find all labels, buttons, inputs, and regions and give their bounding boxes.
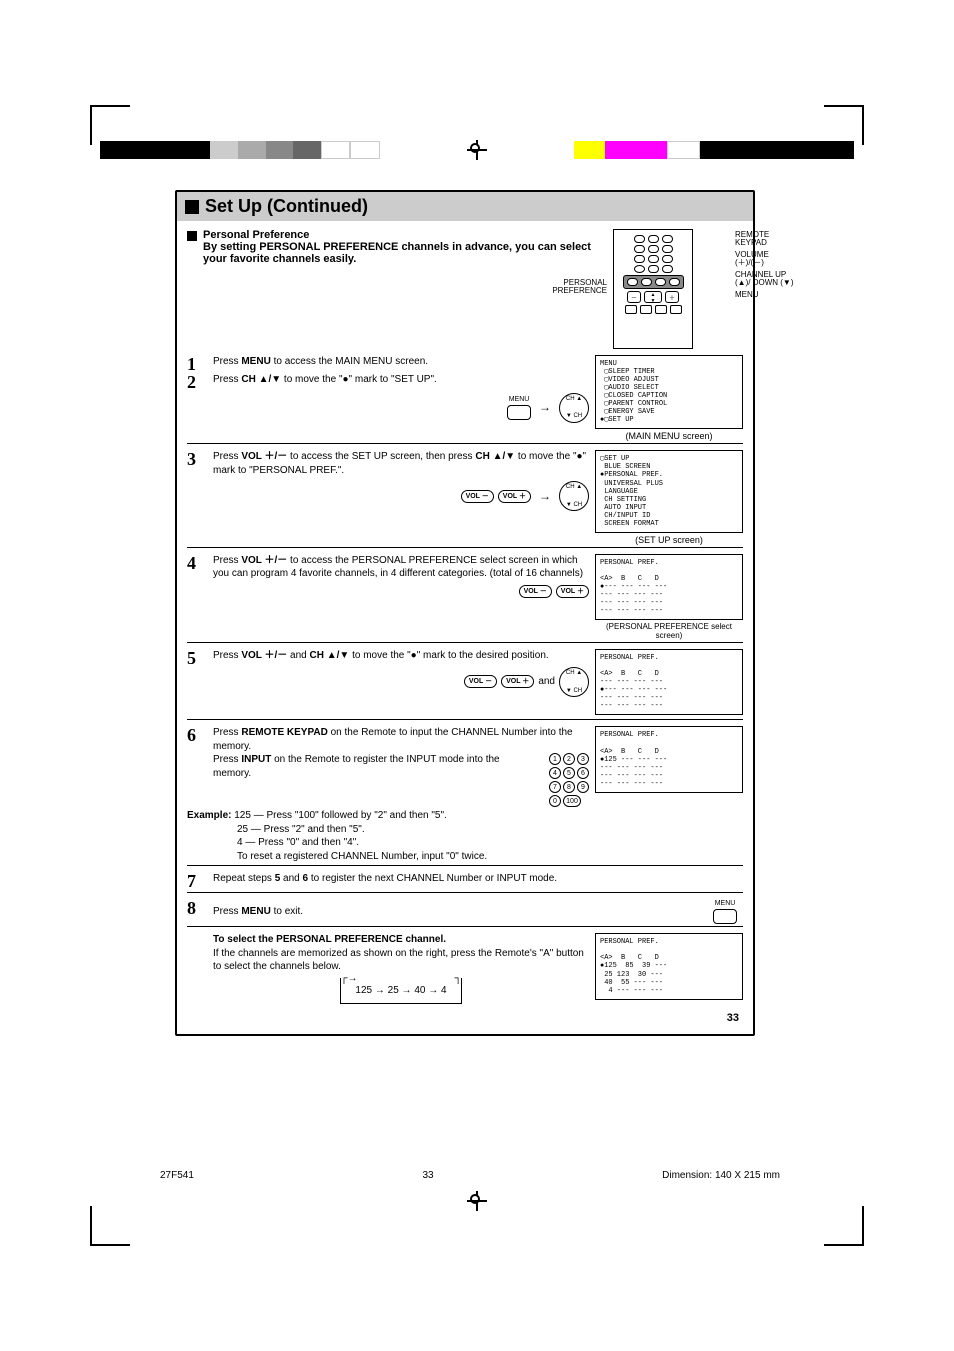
step-number-7: 7 bbox=[187, 872, 213, 890]
select-pp-channel-body: To select the PERSONAL PREFERENCE channe… bbox=[213, 933, 595, 1004]
vol-plus-icon: VOL ＋ bbox=[501, 675, 534, 688]
vol-plus-icon: VOL ＋ bbox=[556, 585, 589, 598]
registration-mark-icon bbox=[467, 140, 487, 160]
crop-mark-br bbox=[824, 1206, 864, 1246]
dpad-icon: CH ▲▼ CH bbox=[559, 667, 589, 697]
vol-minus-icon: VOL － bbox=[519, 585, 552, 598]
pp-select-caption: (PERSONAL PREFERENCE select screen) bbox=[595, 622, 743, 640]
manual-page: Set Up (Continued) Personal Preference B… bbox=[175, 190, 755, 1036]
step-5-body: Press VOL ＋/－ and CH ▲/▼ to move the "●"… bbox=[213, 649, 595, 717]
page-title-bar: Set Up (Continued) bbox=[177, 192, 753, 221]
step-4-body: Press VOL ＋/－ to access the PERSONAL PRE… bbox=[213, 554, 595, 640]
vol-plus-icon: VOL ＋ bbox=[498, 490, 531, 503]
step-number-1: 1 bbox=[187, 355, 213, 373]
footer: 27F541 33 Dimension: 140 X 215 mm bbox=[160, 1170, 780, 1181]
footer-dimension: Dimension: 140 X 215 mm bbox=[662, 1170, 780, 1181]
step-1-body: Press MENU to access the MAIN MENU scree… bbox=[213, 355, 595, 373]
step-6-body: Press REMOTE KEYPAD on the Remote to inp… bbox=[213, 726, 595, 863]
arrow-right-icon bbox=[535, 399, 555, 416]
pp-cursor-osd: PERSONAL PREF. <A> B C D --- --- --- ---… bbox=[595, 649, 743, 715]
footer-model: 27F541 bbox=[160, 1170, 194, 1181]
remote-diagram: － ▲▼ ＋ bbox=[613, 229, 693, 349]
pp-select-osd: PERSONAL PREF. <A> B C D ●--- --- --- --… bbox=[595, 554, 743, 620]
section-marker-icon bbox=[187, 231, 197, 241]
step-2-body: Press CH ▲/▼ to move the "●" mark to "SE… bbox=[213, 373, 595, 427]
registration-mark-icon bbox=[467, 1191, 487, 1211]
menu-button-icon bbox=[507, 405, 531, 420]
crop-mark-bl bbox=[90, 1206, 130, 1246]
vol-minus-icon: VOL － bbox=[464, 675, 497, 688]
dpad-icon: CH ▲▼ CH bbox=[559, 393, 589, 423]
setup-osd: ▢SET UP BLUE SCREEN●PERSONAL PREF. UNIVE… bbox=[595, 450, 743, 532]
color-bar-top-left bbox=[100, 141, 380, 159]
step-7-body: Repeat steps 5 and 6 to register the nex… bbox=[213, 872, 743, 890]
main-menu-caption: (MAIN MENU screen) bbox=[595, 431, 743, 441]
section-heading: Personal Preference bbox=[203, 229, 607, 241]
color-bar-bottom-left bbox=[100, 1192, 380, 1210]
pp-entered-osd: PERSONAL PREF. <A> B C D ●125 --- --- --… bbox=[595, 726, 743, 792]
step-number-3: 3 bbox=[187, 450, 213, 544]
page-title: Set Up (Continued) bbox=[205, 196, 368, 216]
menu-button-icon bbox=[713, 909, 737, 924]
page-number: 33 bbox=[187, 1012, 743, 1024]
main-menu-osd: MENU ▢SLEEP TIMER ▢VIDEO ADJUST ▢AUDIO S… bbox=[595, 355, 743, 429]
color-bar-top-right bbox=[574, 141, 854, 159]
vol-minus-icon: VOL － bbox=[461, 490, 494, 503]
crop-mark-tr bbox=[824, 105, 864, 145]
keypad-mini-icon: 123 456 789 0100 bbox=[549, 753, 589, 809]
footer-folio: 33 bbox=[422, 1170, 433, 1181]
color-bar-bottom-right bbox=[574, 1192, 854, 1210]
pp-filled-osd: PERSONAL PREF. <A> B C D ●125 85 39 --- … bbox=[595, 933, 743, 999]
step-number-2: 2 bbox=[187, 373, 213, 427]
personal-preference-label: PERSONALPREFERENCE bbox=[552, 279, 607, 295]
dpad-icon: CH ▲▼ CH bbox=[559, 481, 589, 511]
crop-mark-tl bbox=[90, 105, 130, 145]
step-number-5: 5 bbox=[187, 649, 213, 717]
step-number-8: 8 bbox=[187, 899, 213, 924]
section-intro-text: By setting PERSONAL PREFERENCE channels … bbox=[203, 241, 607, 265]
setup-caption: (SET UP screen) bbox=[595, 535, 743, 545]
step-number-4: 4 bbox=[187, 554, 213, 640]
step-3-body: Press VOL ＋/－ to access the SET UP scree… bbox=[213, 450, 595, 544]
remote-callouts: REMOTE KEYPAD VOLUME (＋)/(－) CHANNEL UP … bbox=[735, 231, 795, 303]
arrow-right-icon bbox=[535, 488, 555, 505]
step-8-body: Press MENU to exit. MENU bbox=[213, 899, 743, 924]
